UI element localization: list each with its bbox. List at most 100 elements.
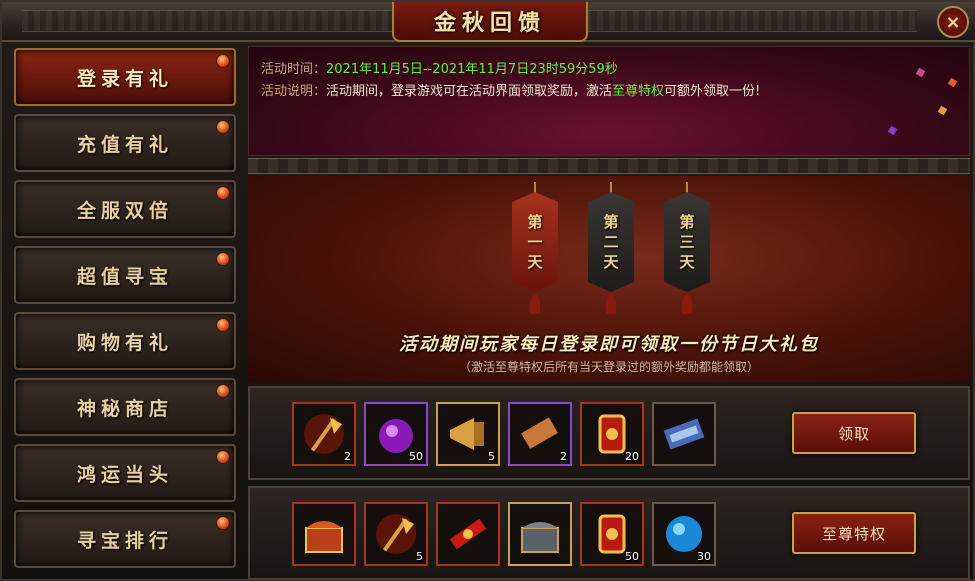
reward-slot[interactable]: 20 (580, 402, 644, 466)
notification-dot-icon (216, 318, 230, 332)
banner-char: 一 (527, 233, 543, 251)
reward-slot[interactable] (508, 502, 572, 566)
sidebar-item-value-treasure[interactable]: 超值寻宝 (14, 246, 236, 304)
sidebar-item-server-double[interactable]: 全服双倍 (14, 180, 236, 238)
notification-dot-icon (216, 186, 230, 200)
banner-char: 第 (527, 213, 543, 231)
reward-slot[interactable]: 2 (508, 402, 572, 466)
tassel-icon (682, 294, 692, 314)
activity-time-value: 2021年11月5日--2021年11月7日23时59分59秒 (326, 62, 618, 77)
activity-window: 金秋回馈 × 登录有礼 充值有礼 全服双倍 超值寻宝 购物有礼 神秘商店 鸿运当… (0, 0, 975, 581)
item-count: 2 (560, 450, 567, 463)
reward-slot[interactable]: 5 (436, 402, 500, 466)
day-3-banner[interactable]: 第 三 天 (664, 182, 710, 320)
banner-char: 第 (603, 213, 619, 231)
ornamental-divider (248, 158, 970, 174)
reward-slot[interactable] (652, 402, 716, 466)
banner-board: 第 二 天 (588, 192, 634, 292)
sidebar: 登录有礼 充值有礼 全服双倍 超值寻宝 购物有礼 神秘商店 鸿运当头 寻宝排行 (14, 48, 240, 576)
item-count: 5 (416, 550, 423, 563)
notification-dot-icon (216, 54, 230, 68)
banner-char: 天 (527, 253, 543, 271)
notification-dot-icon (216, 252, 230, 266)
title-ornament-left (22, 10, 402, 32)
activity-desc-row: 活动说明：活动期间，登录游戏可在活动界面领取奖励，激活至尊特权可额外领取一份! (261, 81, 957, 103)
sidebar-item-label: 购物有礼 (76, 331, 173, 354)
activity-time-label: 活动时间： (261, 62, 327, 77)
claim-button[interactable]: 领取 (792, 412, 916, 454)
blue-scroll-icon (663, 418, 705, 450)
reward-slot[interactable] (292, 502, 356, 566)
close-icon: × (945, 11, 961, 33)
scroll-icon (521, 417, 558, 449)
basic-reward-row: 2 50 5 2 20 领取 (248, 386, 970, 480)
title-bar: 金秋回馈 × (2, 2, 975, 42)
item-count: 50 (625, 550, 639, 563)
reward-slots: 5 50 30 (292, 502, 716, 566)
banner-char: 天 (603, 253, 619, 271)
sidebar-item-label: 神秘商店 (76, 397, 173, 420)
privilege-highlight: 至尊特权 (612, 84, 665, 99)
title-ornament-right (537, 10, 917, 32)
notification-dot-icon (216, 384, 230, 398)
horn-icon (450, 418, 484, 450)
banner-char: 第 (679, 213, 695, 231)
day-1-banner[interactable]: 第 一 天 (512, 182, 558, 320)
activity-desc-suffix: 可额外领取一份! (664, 84, 761, 99)
sidebar-item-label: 鸿运当头 (76, 463, 173, 486)
banner-board: 第 三 天 (664, 192, 710, 292)
banner-char: 二 (603, 233, 619, 251)
notification-dot-icon (216, 516, 230, 530)
sidebar-item-label: 充值有礼 (76, 133, 173, 156)
reward-slot[interactable]: 2 (292, 402, 356, 466)
item-count: 2 (344, 450, 351, 463)
sidebar-item-mystery-shop[interactable]: 神秘商店 (14, 378, 236, 436)
notification-dot-icon (216, 120, 230, 134)
stage-headline: 活动期间玩家每日登录即可领取一份节日大礼包 (399, 334, 819, 355)
treasure-chest-red-icon (305, 521, 343, 553)
daily-login-stage: 第 一 天 第 二 天 第 三 天 活动期间玩家每日登录即可领取一份节日大礼包 … (248, 176, 970, 382)
sidebar-item-fortune[interactable]: 鸿运当头 (14, 444, 236, 502)
sidebar-item-recharge-gift[interactable]: 充值有礼 (14, 114, 236, 172)
sidebar-item-label: 全服双倍 (76, 199, 173, 222)
stage-subline: （激活至尊特权后所有当天登录过的额外奖励都能领取） (458, 360, 759, 374)
item-count: 5 (488, 450, 495, 463)
tassel-icon (606, 294, 616, 314)
premium-reward-row: 5 50 30 至尊特权 (248, 486, 970, 580)
activity-time-row: 活动时间：2021年11月5日--2021年11月7日23时59分59秒 (261, 59, 957, 81)
confetti-decoration (937, 105, 948, 116)
tassel-icon (530, 294, 540, 314)
item-count: 30 (697, 550, 711, 563)
notification-dot-icon (216, 450, 230, 464)
title-plate: 金秋回馈 (392, 2, 588, 42)
window-title: 金秋回馈 (433, 10, 546, 36)
reward-slot[interactable] (436, 502, 500, 566)
reward-slot[interactable]: 5 (364, 502, 428, 566)
reward-slot[interactable]: 50 (364, 402, 428, 466)
golden-axe-icon (304, 414, 344, 454)
sidebar-item-label: 登录有礼 (76, 67, 173, 90)
red-scroll-icon (449, 518, 487, 550)
golden-axe-icon (376, 514, 416, 554)
item-count: 20 (625, 450, 639, 463)
sidebar-item-shopping-gift[interactable]: 购物有礼 (14, 312, 236, 370)
reward-slots: 2 50 5 2 20 (292, 402, 716, 466)
day-2-banner[interactable]: 第 二 天 (588, 182, 634, 320)
activity-desc-label: 活动说明： (261, 84, 327, 99)
supreme-privilege-button[interactable]: 至尊特权 (792, 512, 916, 554)
activity-info-panel: 活动时间：2021年11月5日--2021年11月7日23时59分59秒 活动说… (248, 46, 970, 156)
close-button[interactable]: × (937, 6, 969, 38)
reward-slot[interactable]: 50 (580, 502, 644, 566)
activity-desc-text: 活动期间，登录游戏可在活动界面领取奖励，激活 (326, 84, 613, 99)
reward-slot[interactable]: 30 (652, 502, 716, 566)
banner-char: 三 (679, 233, 695, 251)
confetti-decoration (887, 125, 898, 136)
sidebar-item-treasure-ranking[interactable]: 寻宝排行 (14, 510, 236, 568)
sidebar-item-label: 超值寻宝 (76, 265, 173, 288)
item-count: 50 (409, 450, 423, 463)
banner-board: 第 一 天 (512, 192, 558, 292)
silver-chest-icon (521, 522, 559, 553)
sidebar-item-label: 寻宝排行 (76, 529, 173, 552)
banner-char: 天 (679, 253, 695, 271)
sidebar-item-login-gift[interactable]: 登录有礼 (14, 48, 236, 106)
